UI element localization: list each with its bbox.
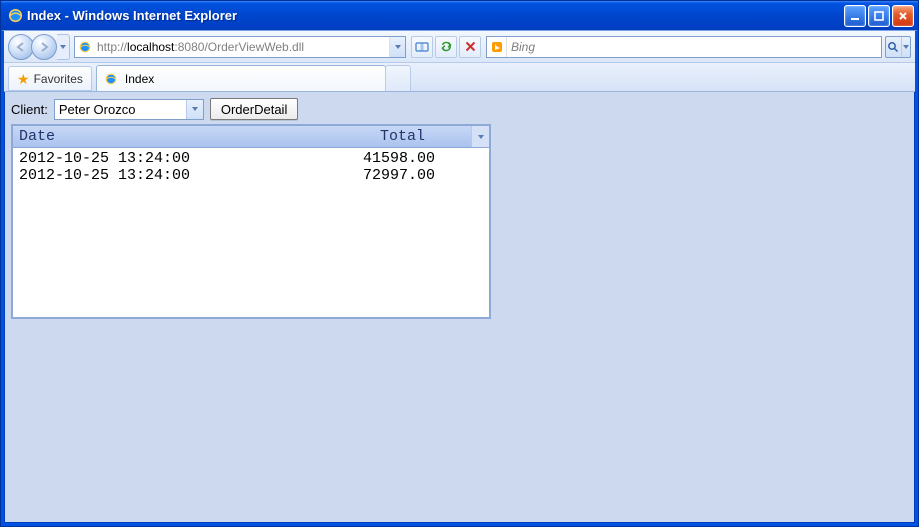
search-options-dropdown[interactable]	[901, 37, 910, 57]
window-controls	[844, 5, 914, 27]
new-tab-button[interactable]	[385, 65, 411, 91]
favorites-label: Favorites	[34, 72, 83, 86]
table-row[interactable]: 2012-10-25 13:24:00 72997.00	[13, 167, 489, 184]
refresh-button[interactable]	[435, 36, 457, 58]
browser-chrome: http://localhost:8080/OrderViewWeb.dll B…	[1, 30, 918, 92]
ie-logo-icon	[7, 8, 23, 24]
table-row[interactable]: 2012-10-25 13:24:00 41598.00	[13, 150, 489, 167]
page-body: Client: Peter Orozco OrderDetail Date To…	[5, 92, 914, 522]
tab-strip: ★ Favorites Index	[4, 63, 915, 92]
tab-favicon-icon	[103, 71, 119, 87]
cell-date: 2012-10-25 13:24:00	[13, 150, 313, 167]
search-go-button[interactable]	[885, 36, 911, 58]
cell-total: 41598.00	[313, 150, 463, 167]
tab-index[interactable]: Index	[96, 65, 386, 91]
address-text[interactable]: http://localhost:8080/OrderViewWeb.dll	[95, 40, 389, 54]
compat-view-button[interactable]	[411, 36, 433, 58]
star-icon: ★	[17, 72, 30, 86]
nav-toolbar: http://localhost:8080/OrderViewWeb.dll B…	[4, 31, 915, 63]
client-label: Client:	[11, 102, 48, 117]
orders-grid[interactable]: Date Total 2012-10-25 13:24:00 41598.00 …	[11, 124, 491, 319]
titlebar[interactable]: Index - Windows Internet Explorer	[1, 1, 918, 30]
cell-date: 2012-10-25 13:24:00	[13, 167, 313, 184]
grid-columns-dropdown[interactable]	[471, 126, 489, 147]
grid-header-total[interactable]: Total	[313, 128, 443, 145]
nav-history-dropdown[interactable]	[57, 34, 70, 60]
grid-header: Date Total	[13, 126, 489, 148]
minimize-button[interactable]	[844, 5, 866, 27]
address-dropdown[interactable]	[389, 37, 405, 57]
bing-icon	[487, 37, 507, 57]
grid-header-date[interactable]: Date	[13, 128, 313, 145]
client-select[interactable]: Peter Orozco	[54, 99, 204, 120]
grid-body: 2012-10-25 13:24:00 41598.00 2012-10-25 …	[13, 148, 489, 186]
search-box[interactable]: Bing	[486, 36, 882, 58]
filter-row: Client: Peter Orozco OrderDetail	[11, 98, 908, 120]
search-placeholder: Bing	[507, 40, 881, 54]
client-select-dropdown-icon[interactable]	[186, 100, 203, 119]
close-button[interactable]	[892, 5, 914, 27]
window-title: Index - Windows Internet Explorer	[27, 8, 237, 23]
maximize-button[interactable]	[868, 5, 890, 27]
favorites-button[interactable]: ★ Favorites	[8, 66, 92, 91]
viewport: Client: Peter Orozco OrderDetail Date To…	[4, 92, 915, 523]
tab-title: Index	[125, 72, 154, 86]
page-icon	[75, 40, 95, 54]
address-bar[interactable]: http://localhost:8080/OrderViewWeb.dll	[74, 36, 406, 58]
forward-button[interactable]	[31, 34, 57, 60]
stop-button[interactable]	[459, 36, 481, 58]
cell-total: 72997.00	[313, 167, 463, 184]
client-select-value: Peter Orozco	[59, 102, 136, 117]
ie-window: Index - Windows Internet Explorer	[0, 0, 919, 527]
order-detail-button[interactable]: OrderDetail	[210, 98, 298, 120]
